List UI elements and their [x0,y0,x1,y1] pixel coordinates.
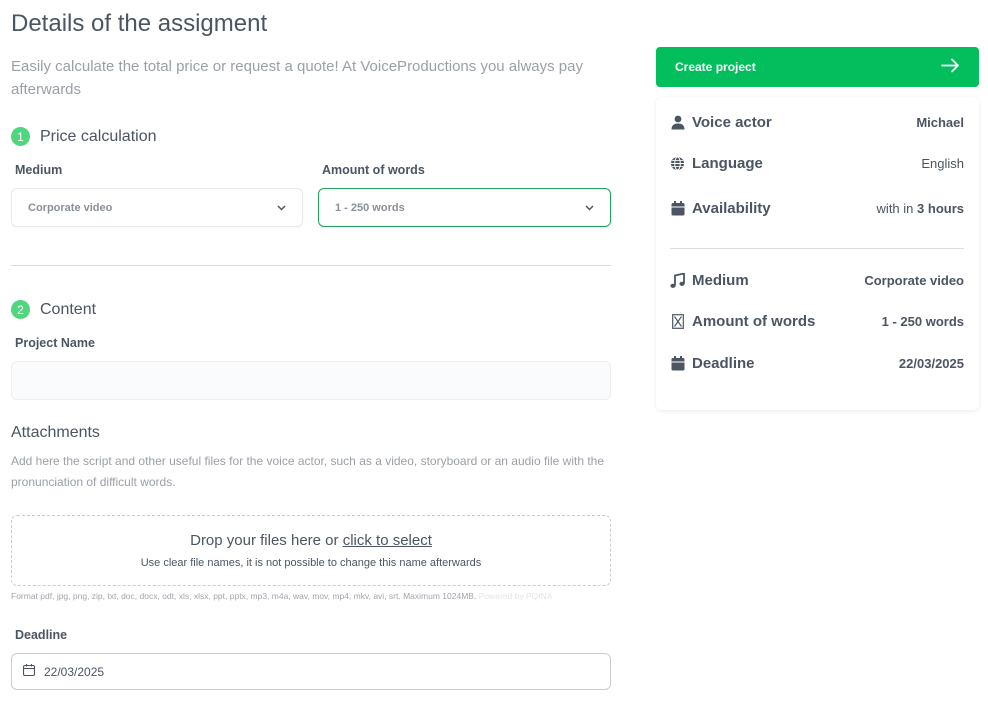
summary-label: Availability [692,200,771,217]
deadline-date-input[interactable]: 22/03/2025 [11,653,611,690]
create-project-label: Create project [675,60,756,74]
words-label: Amount of words [322,163,425,177]
section-divider [11,265,611,266]
formats-text: Format pdf, jpg, png, zip, txt, doc, doc… [11,591,477,601]
summary-card: Voice actor Michael Language English Ava… [656,97,979,410]
price-calculation-heading: 1 Price calculation [11,127,157,146]
deadline-label: Deadline [15,628,68,642]
summary-value: Michael [916,115,964,130]
medium-select-value: Corporate video [28,201,113,214]
summary-divider [670,248,964,249]
summary-value: Corporate video [864,273,964,288]
arrow-right-icon [941,58,960,76]
summary-label: Language [692,155,763,172]
content-heading: 2 Content [11,300,96,319]
calendar-icon [670,201,685,217]
summary-value: 1 - 250 words [881,314,964,329]
summary-row-words: Amount of words 1 - 250 words [670,313,964,330]
summary-label: Medium [692,272,749,289]
dropzone-text: Drop your files here or click to select [190,532,432,549]
step-title: Price calculation [40,127,157,145]
medium-label: Medium [15,163,63,177]
user-icon [670,115,685,131]
click-to-select-link[interactable]: click to select [343,532,432,549]
powered-by-text: Powered by PQINA [478,591,553,601]
deadline-date-value: 22/03/2025 [44,664,105,679]
file-dropzone[interactable]: Drop your files here or click to select … [11,515,611,586]
intro-text: Easily calculate the total price or requ… [11,58,583,98]
dropzone-subtext: Use clear file names, it is not possible… [140,557,482,569]
step-title: Content [40,300,97,318]
summary-value: English [921,156,964,171]
summary-row-medium: Medium Corporate video [670,272,964,289]
summary-row-deadline: Deadline 22/03/2025 [670,355,964,372]
summary-label: Voice actor [692,114,772,131]
words-select[interactable]: 1 - 250 words [318,188,611,227]
create-project-button[interactable]: Create project [656,47,979,87]
globe-icon [670,156,685,172]
summary-value: with in 3 hours [876,201,964,216]
project-name-label: Project Name [15,336,95,350]
summary-value: 22/03/2025 [898,356,964,371]
summary-label: Deadline [692,355,755,372]
music-icon [670,272,685,289]
project-name-input[interactable] [11,361,611,400]
chevron-down-icon [584,203,594,213]
calendar-icon [22,663,36,680]
attachments-hint: Add here the script and other useful fil… [11,454,605,489]
hourglass-icon [670,314,685,330]
step-number-badge: 2 [11,300,30,319]
summary-row-language: Language English [670,155,964,172]
summary-row-availability: Availability with in 3 hours [670,200,964,217]
chevron-down-icon [276,203,286,213]
medium-select[interactable]: Corporate video [11,188,303,227]
step-number-badge: 1 [11,127,30,146]
formats-note: Format pdf, jpg, png, zip, txt, doc, doc… [11,591,552,601]
words-select-value: 1 - 250 words [335,201,405,214]
summary-row-voice-actor: Voice actor Michael [670,114,964,131]
summary-label: Amount of words [692,313,816,330]
attachments-title: Attachments [11,424,100,441]
calendar-icon [670,356,685,372]
page-title: Details of the assigment [11,10,268,37]
